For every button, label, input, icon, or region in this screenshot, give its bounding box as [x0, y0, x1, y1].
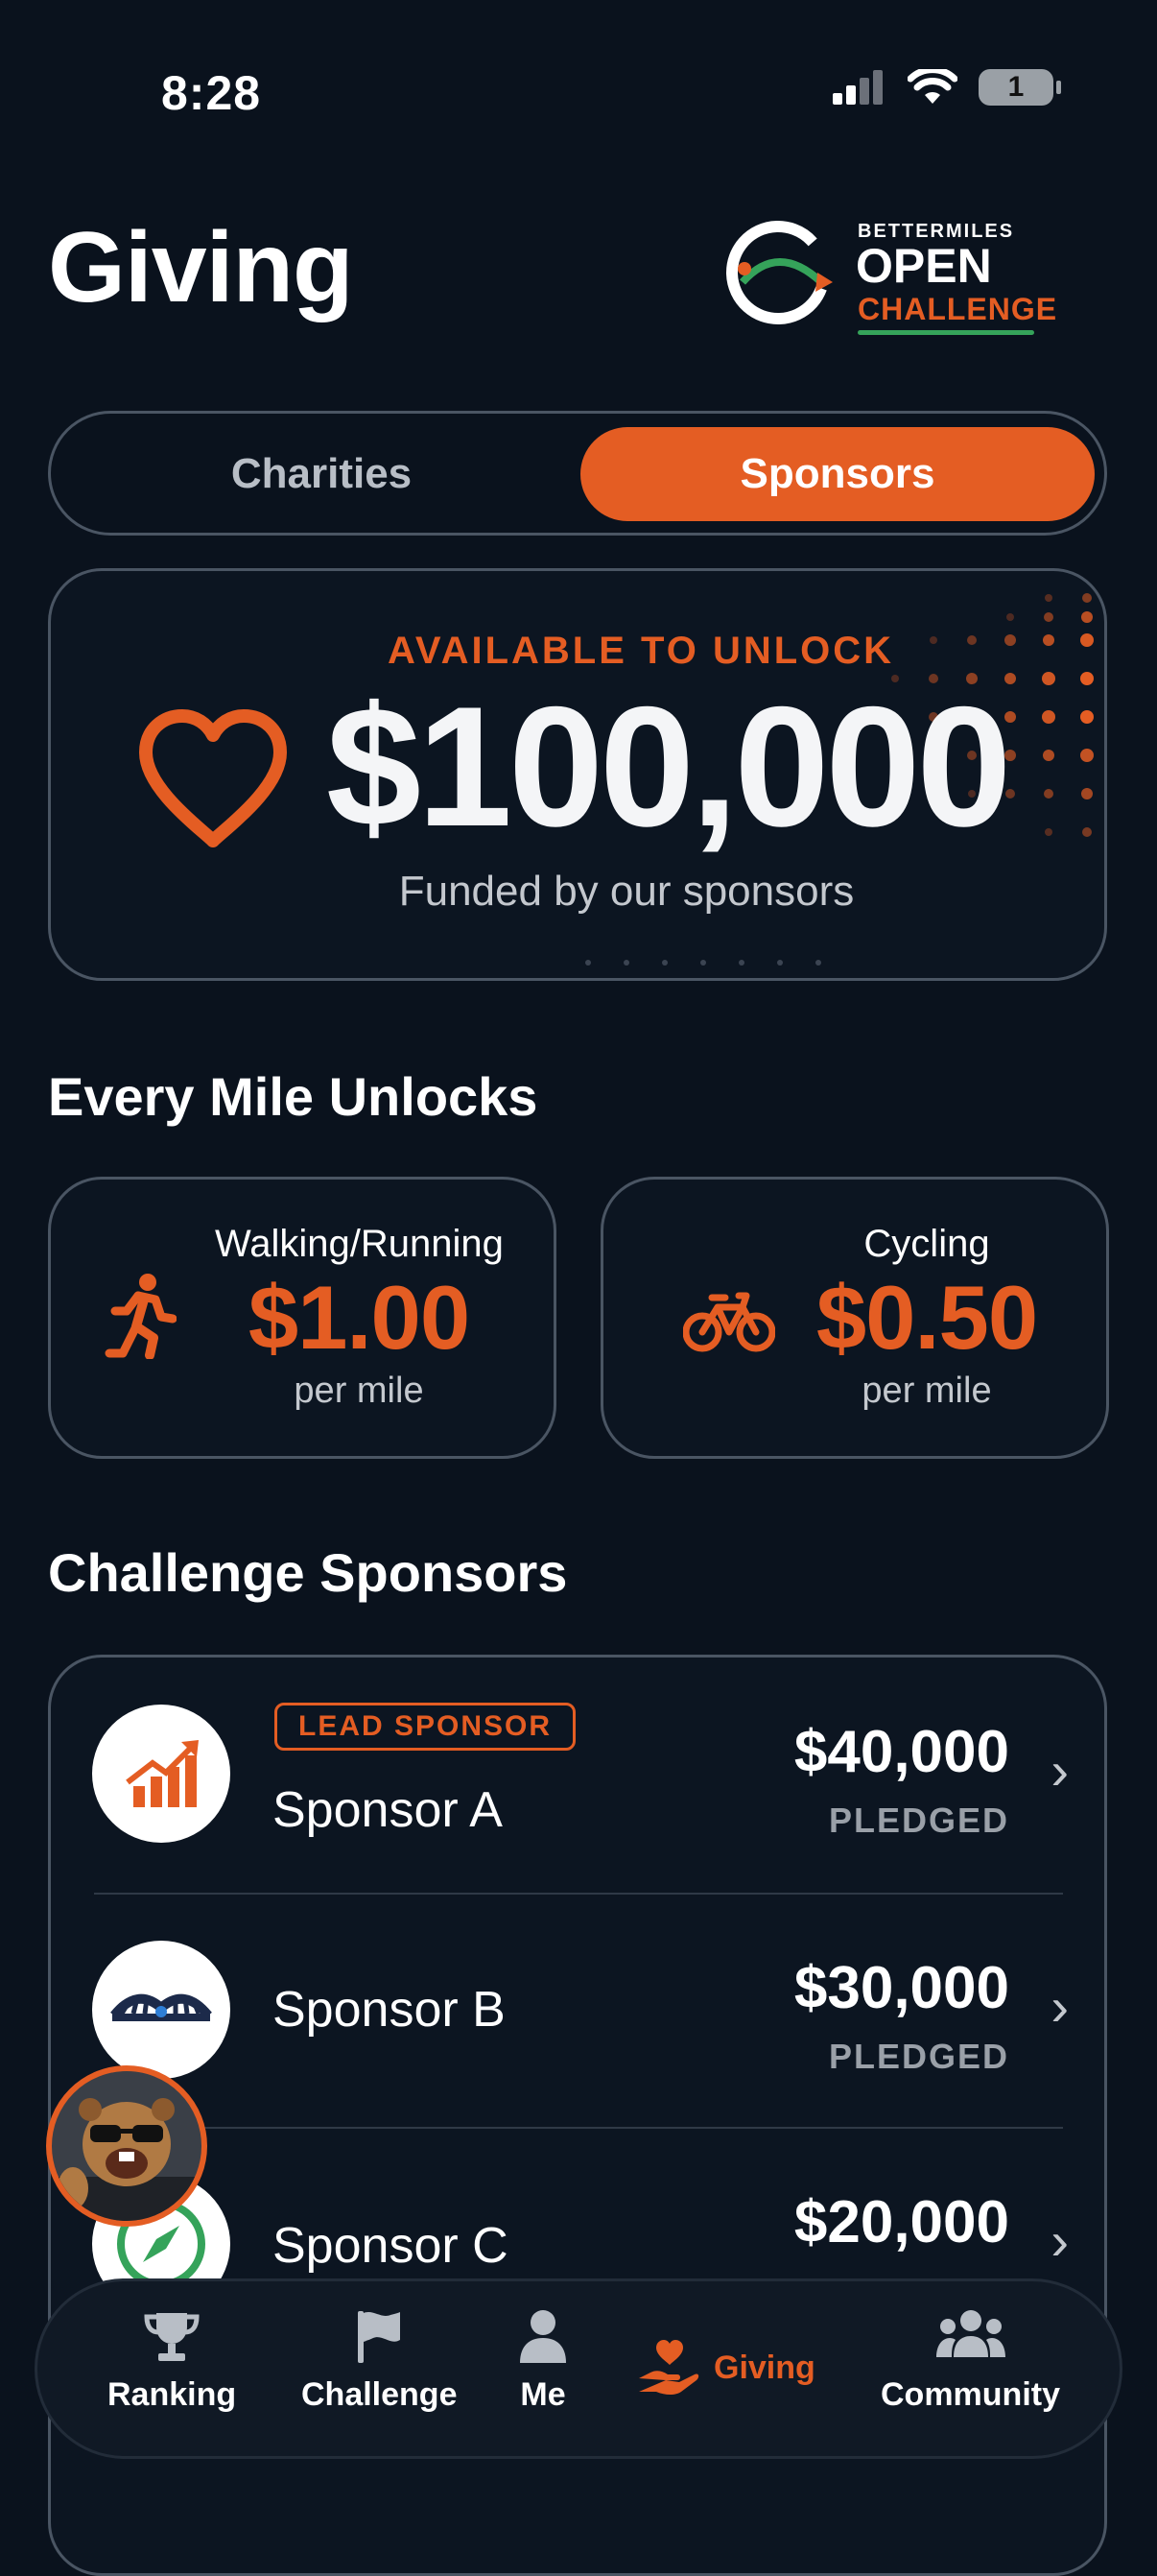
walking-rate-value: $1.00: [248, 1267, 470, 1368]
logo-challenge-text: CHALLENGE: [858, 292, 1058, 326]
nav-ranking[interactable]: Ranking: [107, 2307, 236, 2414]
nav-community-label: Community: [881, 2376, 1060, 2413]
nav-me[interactable]: Me: [514, 2307, 572, 2414]
chevron-right-icon: ›: [1051, 2210, 1069, 2271]
sponsor-b-name: Sponsor B: [272, 1982, 506, 2038]
battery-indicator: 1: [979, 69, 1061, 106]
growth-chart-icon: [126, 1740, 199, 1807]
sponsor-a-amount: $40,000: [793, 1719, 1009, 1785]
sponsor-b-status: PLEDGED: [828, 2037, 1009, 2076]
nav-ranking-label: Ranking: [107, 2376, 237, 2413]
page-title: Giving: [48, 212, 354, 323]
chevron-right-icon: ›: [1051, 1740, 1069, 1801]
mascot-avatar-button[interactable]: [46, 2065, 207, 2227]
giving-tabs: Charities Sponsors: [48, 411, 1107, 536]
nav-community[interactable]: Community: [881, 2307, 1060, 2414]
sponsor-c-amount: $20,000: [793, 2189, 1009, 2255]
chevron-right-icon: ›: [1051, 1976, 1069, 2037]
nav-me-label: Me: [520, 2376, 566, 2413]
available-label: AVAILABLE TO UNLOCK: [387, 630, 895, 672]
nav-challenge-label: Challenge: [301, 2376, 458, 2413]
walking-label: Walking/Running: [215, 1223, 504, 1265]
cycling-rate-value: $0.50: [815, 1267, 1038, 1368]
available-subtitle: Funded by our sponsors: [398, 868, 855, 915]
challenge-sponsors-title: Challenge Sponsors: [48, 1542, 568, 1603]
sponsor-b-amount: $30,000: [793, 1955, 1009, 2021]
logo-underline: [858, 330, 1034, 335]
sponsor-a-status: PLEDGED: [828, 1801, 1009, 1840]
giving-hand-heart-icon: [639, 2340, 699, 2395]
nav-giving[interactable]: Giving: [637, 2338, 815, 2397]
group-people-icon: [935, 2310, 1005, 2357]
available-amount: $100,000: [326, 671, 1011, 862]
status-icons: 1: [833, 69, 1061, 106]
cycling-label: Cycling: [863, 1223, 990, 1265]
sponsor-b-logo: [92, 1941, 230, 2079]
wifi-icon: [908, 69, 957, 104]
sponsor-a-name: Sponsor A: [272, 1782, 503, 1838]
flag-icon: [358, 2311, 401, 2363]
cycling-rate-unit: per mile: [862, 1371, 992, 1411]
lead-sponsor-badge: LEAD SPONSOR: [274, 1703, 577, 1751]
status-time: 8:28: [161, 66, 262, 120]
bridge-icon: [110, 1993, 212, 2021]
tab-charities[interactable]: Charities: [64, 427, 578, 521]
walking-rate-unit: per mile: [294, 1371, 424, 1411]
beaver-mascot-icon: [52, 2098, 201, 2221]
nav-challenge[interactable]: Challenge: [301, 2307, 457, 2414]
trophy-icon: [144, 2313, 200, 2361]
nav-giving-label: Giving: [714, 2349, 815, 2386]
bicycle-icon: [683, 1292, 775, 1352]
sponsor-c-name: Sponsor C: [272, 2218, 508, 2274]
sponsor-a-logo: [92, 1705, 230, 1843]
heart-icon: [139, 709, 287, 847]
running-icon: [105, 1274, 177, 1359]
person-icon: [520, 2310, 566, 2363]
cellular-signal-icon: [833, 70, 883, 105]
every-mile-title: Every Mile Unlocks: [48, 1066, 538, 1127]
tab-sponsors[interactable]: Sponsors: [580, 427, 1095, 521]
logo-open-text: OPEN: [856, 239, 992, 293]
